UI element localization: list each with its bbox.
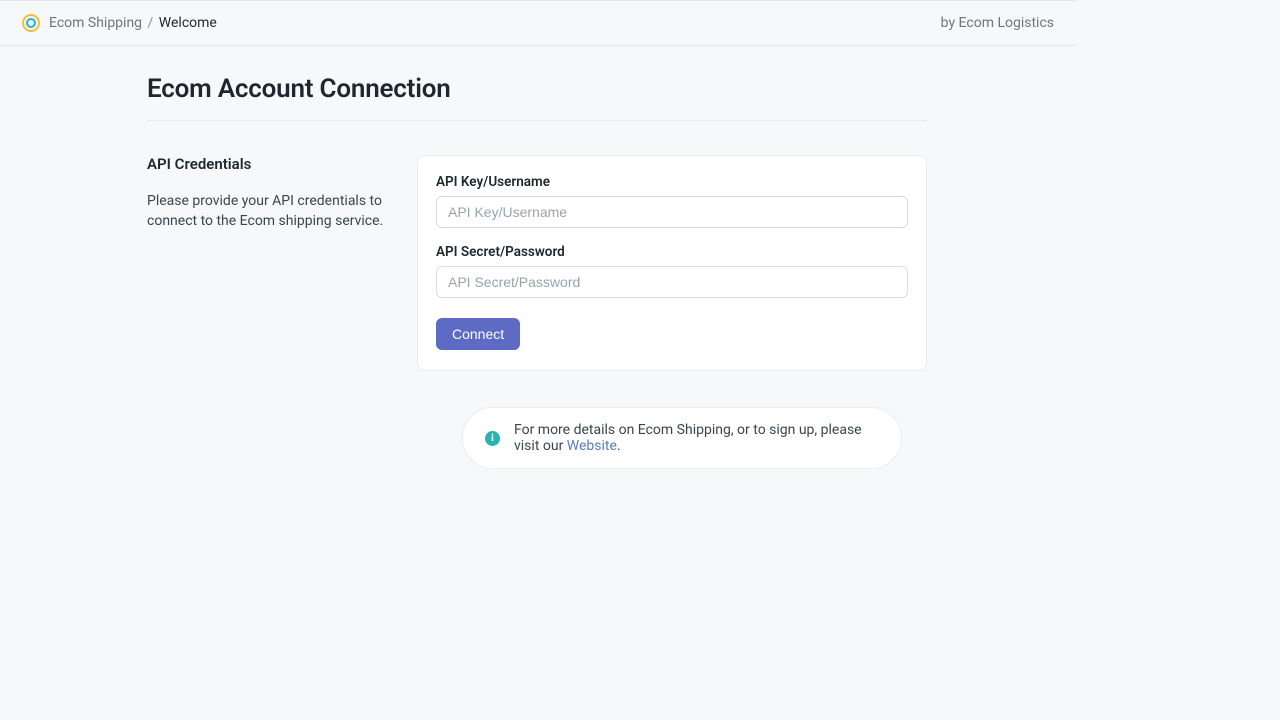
title-divider: [147, 120, 927, 121]
api-key-field-group: API Key/Username: [436, 174, 908, 228]
section-heading: API Credentials: [147, 155, 387, 173]
breadcrumb-current: Welcome: [159, 15, 217, 31]
api-secret-field-group: API Secret/Password: [436, 244, 908, 298]
api-secret-input[interactable]: [436, 266, 908, 298]
breadcrumb-app[interactable]: Ecom Shipping: [49, 15, 142, 31]
byline: by Ecom Logistics: [941, 15, 1054, 31]
connect-button[interactable]: Connect: [436, 318, 520, 350]
section-aside: API Credentials Please provide your API …: [147, 155, 417, 371]
page-content: Ecom Account Connection API Credentials …: [147, 74, 927, 469]
page-title: Ecom Account Connection: [147, 74, 927, 104]
breadcrumb-separator: /: [148, 15, 154, 31]
credentials-card: API Key/Username API Secret/Password Con…: [417, 155, 927, 371]
breadcrumb: Ecom Shipping / Welcome: [49, 15, 217, 31]
info-icon: i: [485, 431, 500, 446]
info-banner: i For more details on Ecom Shipping, or …: [462, 407, 902, 469]
credentials-section: API Credentials Please provide your API …: [147, 155, 927, 371]
topbar-left: Ecom Shipping / Welcome: [22, 14, 941, 32]
app-logo-icon: [22, 14, 40, 32]
info-text-after: .: [617, 438, 621, 454]
topbar: Ecom Shipping / Welcome by Ecom Logistic…: [0, 0, 1076, 46]
api-secret-label: API Secret/Password: [436, 244, 908, 260]
api-key-label: API Key/Username: [436, 174, 908, 190]
api-key-input[interactable]: [436, 196, 908, 228]
section-description: Please provide your API credentials to c…: [147, 191, 387, 232]
website-link[interactable]: Website: [567, 438, 617, 454]
info-text: For more details on Ecom Shipping, or to…: [514, 422, 879, 454]
